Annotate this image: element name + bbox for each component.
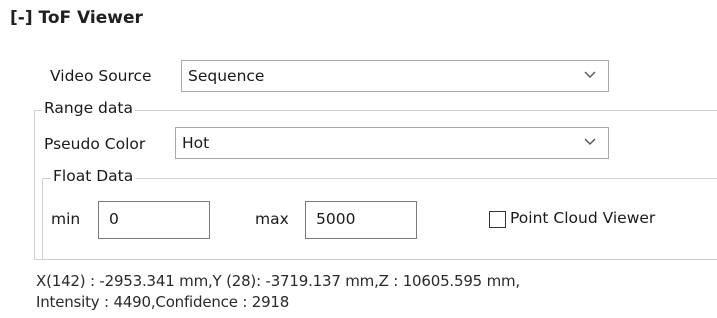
range-data-title: Range data xyxy=(42,99,135,117)
chevron-down-icon xyxy=(584,138,596,145)
max-input-value: 5000 xyxy=(316,210,356,228)
panel-title[interactable]: [-] ToF Viewer xyxy=(10,8,143,28)
pseudo-color-value: Hot xyxy=(182,134,210,152)
point-cloud-label[interactable]: Point Cloud Viewer xyxy=(510,209,655,227)
coordinate-readout-line1: X(142) : -2953.341 mm,Y (28): -3719.137 … xyxy=(36,272,520,290)
point-cloud-checkbox[interactable] xyxy=(489,211,506,228)
video-source-label: Video Source xyxy=(50,67,152,85)
min-input[interactable]: 0 xyxy=(98,201,210,239)
video-source-dropdown[interactable]: Sequence xyxy=(181,60,609,92)
max-input[interactable]: 5000 xyxy=(305,201,417,239)
max-label: max xyxy=(255,210,289,228)
pseudo-color-label: Pseudo Color xyxy=(44,135,146,153)
chevron-down-icon xyxy=(584,71,596,78)
min-input-value: 0 xyxy=(109,210,119,228)
coordinate-readout-line2: Intensity : 4490,Confidence : 2918 xyxy=(36,293,290,311)
video-source-value: Sequence xyxy=(188,67,265,85)
pseudo-color-dropdown[interactable]: Hot xyxy=(175,127,609,159)
min-label: min xyxy=(51,210,81,228)
float-data-title: Float Data xyxy=(51,167,136,185)
